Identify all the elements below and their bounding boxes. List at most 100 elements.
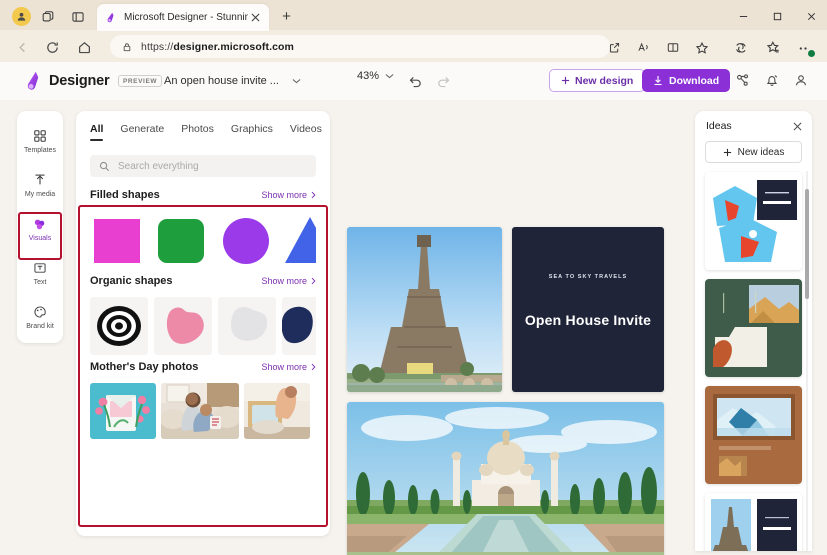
show-more-link[interactable]: Show more bbox=[261, 190, 316, 200]
designer-app: Designer PREVIEW An open house invite ..… bbox=[0, 62, 827, 555]
browser-window: Microsoft Designer - Stunning d + bbox=[0, 0, 827, 555]
design-canvas: SEA TO SKY TRAVELS Open House Invite bbox=[344, 227, 674, 555]
shape-tile-concentric-rings[interactable] bbox=[90, 297, 148, 355]
chevron-down-icon bbox=[292, 78, 301, 84]
maximize-button[interactable] bbox=[760, 6, 794, 26]
undo-button[interactable] bbox=[404, 70, 426, 92]
home-icon[interactable] bbox=[74, 37, 95, 58]
profile-avatar[interactable] bbox=[12, 7, 31, 26]
shape-tile-purple-circle[interactable] bbox=[218, 211, 276, 269]
new-design-button[interactable]: New design bbox=[549, 69, 645, 92]
tab-generate[interactable]: Generate bbox=[120, 123, 164, 141]
download-arrow-icon bbox=[653, 75, 663, 86]
new-tab-button[interactable]: + bbox=[278, 8, 295, 25]
sidebar-item-text[interactable]: Text bbox=[17, 251, 63, 295]
workspaces-icon[interactable] bbox=[38, 7, 58, 26]
brand-name: Designer bbox=[49, 73, 109, 89]
sidebar-item-label: Brand kit bbox=[26, 323, 54, 330]
notification-bell-icon[interactable] bbox=[761, 69, 783, 91]
text-box-icon bbox=[33, 260, 47, 276]
section-title: Mother's Day photos bbox=[90, 361, 198, 373]
sidebar-item-label: Visuals bbox=[29, 235, 51, 242]
sidebar-item-brand-kit[interactable]: Brand kit bbox=[17, 295, 63, 339]
sidebar-item-my-media[interactable]: My media bbox=[17, 163, 63, 207]
close-window-button[interactable] bbox=[794, 6, 827, 26]
new-ideas-label: New ideas bbox=[738, 147, 785, 158]
canvas-photo-taj-mahal[interactable] bbox=[347, 402, 664, 555]
designer-brand: Designer PREVIEW bbox=[22, 70, 162, 92]
account-person-icon[interactable] bbox=[790, 69, 812, 91]
photo-tile-mothers-day-card[interactable] bbox=[90, 383, 156, 439]
sidebar-item-visuals[interactable]: Visuals bbox=[17, 207, 63, 251]
back-icon[interactable] bbox=[12, 37, 33, 58]
search-input[interactable]: Search everything bbox=[90, 155, 316, 177]
photo-tile-mother-and-child[interactable] bbox=[161, 383, 239, 439]
collections-icon[interactable] bbox=[762, 37, 784, 59]
ideas-scrollbar-thumb[interactable] bbox=[805, 189, 809, 299]
shape-tile-navy-blob[interactable] bbox=[282, 297, 316, 355]
section-title: Filled shapes bbox=[90, 189, 160, 201]
tab-all[interactable]: All bbox=[90, 123, 103, 141]
share-people-icon[interactable] bbox=[732, 69, 754, 91]
search-placeholder: Search everything bbox=[118, 161, 199, 172]
plus-icon bbox=[561, 76, 570, 85]
read-aloud-icon[interactable] bbox=[634, 38, 653, 57]
new-design-label: New design bbox=[575, 75, 633, 87]
share-icon[interactable] bbox=[605, 38, 624, 57]
shape-tile-magenta-square[interactable] bbox=[90, 211, 148, 269]
sidebar-item-templates[interactable]: Templates bbox=[17, 119, 63, 163]
templates-grid-icon bbox=[33, 128, 47, 144]
shape-tile-pink-blob[interactable] bbox=[154, 297, 212, 355]
tab-title: Microsoft Designer - Stunning d bbox=[124, 12, 248, 23]
refresh-icon[interactable] bbox=[42, 37, 63, 58]
copilot-icon[interactable] bbox=[730, 37, 752, 59]
shape-tile-blue-triangle[interactable] bbox=[282, 211, 316, 269]
close-icon[interactable] bbox=[248, 10, 263, 25]
section-title: Organic shapes bbox=[90, 275, 173, 287]
show-more-link[interactable]: Show more bbox=[261, 276, 316, 286]
idea-card[interactable] bbox=[705, 172, 802, 270]
close-icon[interactable] bbox=[793, 122, 802, 131]
lock-icon bbox=[120, 42, 133, 52]
canvas-design-card[interactable]: SEA TO SKY TRAVELS Open House Invite bbox=[512, 227, 664, 392]
tab-photos[interactable]: Photos bbox=[181, 123, 214, 141]
project-name-dropdown[interactable]: An open house invite ... bbox=[155, 69, 310, 92]
mothers-day-photo-tiles bbox=[90, 383, 316, 439]
new-ideas-button[interactable]: New ideas bbox=[705, 141, 802, 163]
sidebar-item-label: Templates bbox=[24, 147, 56, 154]
show-more-link[interactable]: Show more bbox=[261, 362, 316, 372]
browser-chrome: Microsoft Designer - Stunning d + bbox=[0, 0, 827, 62]
ideas-header: Ideas bbox=[695, 111, 812, 132]
chevron-right-icon bbox=[311, 363, 316, 371]
address-text: https://designer.microsoft.com bbox=[141, 41, 294, 53]
canvas-photo-eiffel[interactable] bbox=[347, 227, 502, 392]
idea-card[interactable] bbox=[705, 279, 802, 377]
address-bar[interactable]: https://designer.microsoft.com bbox=[110, 35, 610, 58]
favorite-star-icon[interactable] bbox=[692, 38, 711, 57]
show-more-label: Show more bbox=[261, 190, 307, 200]
settings-more-icon[interactable] bbox=[794, 37, 816, 59]
shape-tile-green-rounded-square[interactable] bbox=[154, 211, 212, 269]
split-screen-icon[interactable] bbox=[663, 38, 682, 57]
assets-panel: All Generate Photos Graphics Videos Sear… bbox=[76, 111, 330, 536]
download-button[interactable]: Download bbox=[642, 69, 730, 92]
shape-tile-gray-blob[interactable] bbox=[218, 297, 276, 355]
assets-scroll-area: Filled shapes Show more bbox=[76, 189, 330, 536]
organic-shape-tiles bbox=[90, 297, 316, 355]
tab-videos[interactable]: Videos bbox=[290, 123, 322, 141]
show-more-label: Show more bbox=[261, 362, 307, 372]
browser-tab[interactable]: Microsoft Designer - Stunning d bbox=[97, 4, 269, 31]
redo-button[interactable] bbox=[432, 70, 454, 92]
chevron-right-icon bbox=[311, 191, 316, 199]
designer-logo-icon bbox=[22, 70, 42, 92]
sidebar-toggle-icon[interactable] bbox=[68, 7, 88, 26]
idea-card[interactable] bbox=[705, 386, 802, 484]
minimize-button[interactable] bbox=[726, 6, 760, 26]
idea-card[interactable] bbox=[705, 493, 802, 551]
photo-tile-lifestyle[interactable] bbox=[244, 383, 310, 439]
tab-graphics[interactable]: Graphics bbox=[231, 123, 273, 141]
section-mothers-day-photos: Mother's Day photos Show more bbox=[76, 361, 330, 439]
design-eyebrow: SEA TO SKY TRAVELS bbox=[512, 274, 664, 280]
plus-icon bbox=[723, 148, 732, 157]
zoom-control[interactable]: 43% bbox=[357, 70, 394, 82]
